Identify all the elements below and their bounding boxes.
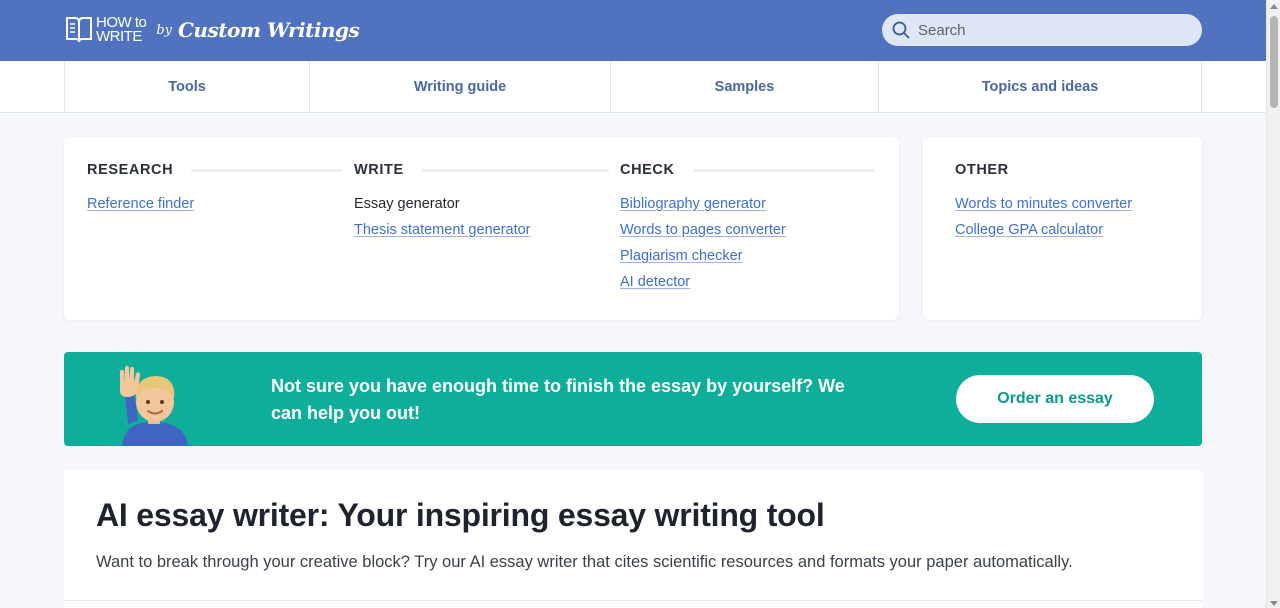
check-heading: CHECK xyxy=(620,162,675,178)
check-column: CHECK Bibliography generator Words to pa… xyxy=(620,161,875,298)
promo-message: Not sure you have enough time to finish … xyxy=(271,376,845,423)
link-words-to-pages-converter[interactable]: Words to pages converter xyxy=(620,220,875,240)
tools-menu-panel: RESEARCH Reference finder WRITE Essay ge… xyxy=(64,137,899,320)
write-divider xyxy=(421,168,609,172)
link-ai-detector[interactable]: AI detector xyxy=(620,272,875,292)
page-subtitle: Want to break through your creative bloc… xyxy=(96,553,1073,571)
link-bibliography-generator[interactable]: Bibliography generator xyxy=(620,194,875,214)
search-box[interactable] xyxy=(882,14,1202,46)
link-college-gpa-calculator[interactable]: College GPA calculator xyxy=(955,220,1155,240)
other-heading: OTHER xyxy=(955,162,1009,178)
tab-topics-and-ideas[interactable]: Topics and ideas xyxy=(878,61,1202,112)
site-logo[interactable]: HOW to WRITE by Custom Writings xyxy=(64,14,360,46)
link-words-to-minutes-converter[interactable]: Words to minutes converter xyxy=(955,194,1155,214)
article-section: AI essay writer: Your inspiring essay wr… xyxy=(64,470,1202,608)
tab-writing-guide[interactable]: Writing guide xyxy=(309,61,610,112)
site-header: HOW to WRITE by Custom Writings xyxy=(0,0,1266,61)
link-plagiarism-checker[interactable]: Plagiarism checker xyxy=(620,246,875,266)
write-heading: WRITE xyxy=(354,162,404,178)
link-essay-generator[interactable]: Essay generator xyxy=(354,194,609,214)
other-tools-panel: OTHER Words to minutes converter College… xyxy=(923,137,1202,320)
other-column: OTHER Words to minutes converter College… xyxy=(955,161,1155,246)
page-title: AI essay writer: Your inspiring essay wr… xyxy=(96,497,825,533)
page-scrollbar[interactable] xyxy=(1266,0,1280,608)
search-input[interactable] xyxy=(918,21,1188,39)
logo-brand: Custom Writings xyxy=(178,18,360,42)
tab-tools[interactable]: Tools xyxy=(64,61,309,112)
check-divider xyxy=(692,168,875,172)
scroll-up-arrow-icon[interactable] xyxy=(1270,4,1278,9)
tab-samples[interactable]: Samples xyxy=(610,61,878,112)
logo-wordmark: HOW to WRITE xyxy=(96,15,147,45)
scroll-thumb[interactable] xyxy=(1270,16,1278,108)
link-reference-finder[interactable]: Reference finder xyxy=(87,194,342,214)
main-nav: Tools Writing guide Samples Topics and i… xyxy=(0,61,1266,113)
book-logo-icon xyxy=(66,17,92,43)
link-thesis-statement-generator[interactable]: Thesis statement generator xyxy=(354,220,609,240)
order-essay-button[interactable]: Order an essay xyxy=(956,375,1154,423)
order-promo-banner: Not sure you have enough time to finish … xyxy=(64,352,1202,446)
research-column: RESEARCH Reference finder xyxy=(87,161,342,220)
scroll-down-arrow-icon[interactable] xyxy=(1270,601,1278,606)
write-column: WRITE Essay generator Thesis statement g… xyxy=(354,161,609,246)
research-divider xyxy=(191,168,342,172)
article-divider xyxy=(64,600,1202,601)
logo-by: by xyxy=(156,22,173,38)
waving-person-illustration xyxy=(120,365,188,446)
logo-line-2: WRITE xyxy=(96,28,142,45)
search-icon xyxy=(892,21,910,39)
research-heading: RESEARCH xyxy=(87,162,174,178)
